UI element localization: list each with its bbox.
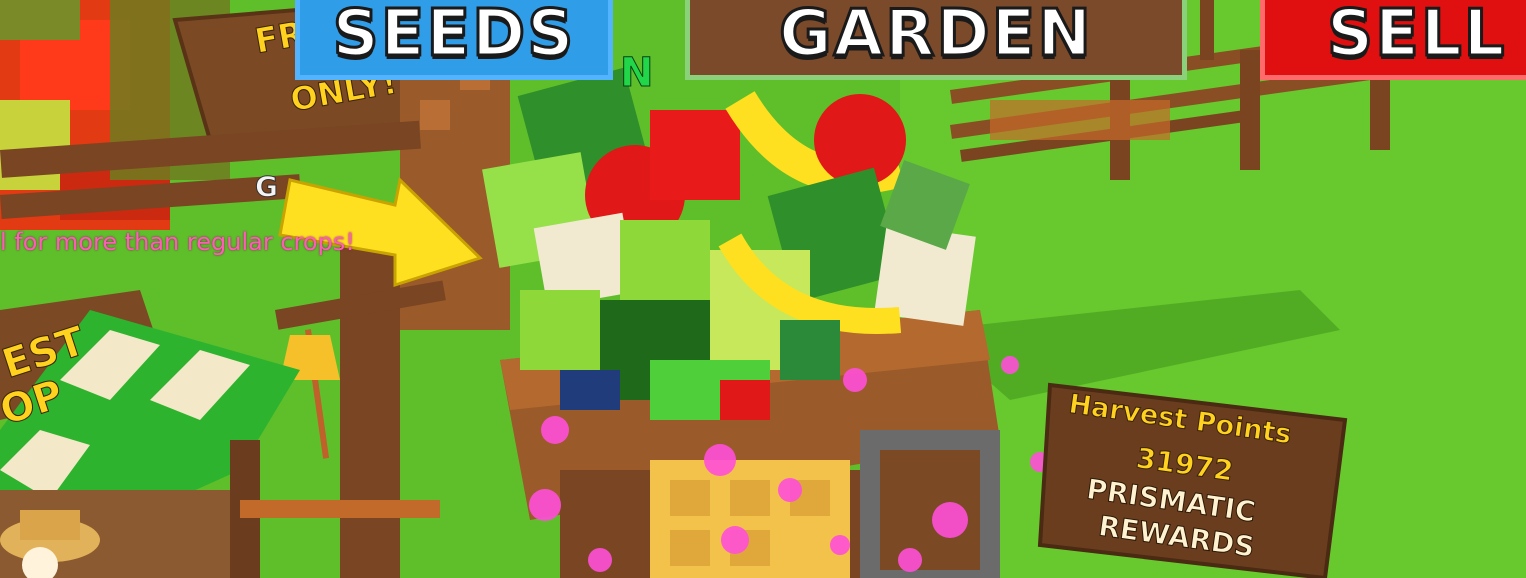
- seeds-button[interactable]: SEEDS: [295, 0, 613, 80]
- sell-button[interactable]: SELL: [1260, 0, 1526, 80]
- sell-button-label: SELL: [1325, 0, 1507, 73]
- hint-text: l for more than regular crops!: [0, 228, 355, 256]
- garden-button[interactable]: GARDEN: [685, 0, 1187, 80]
- garden-button-label: GARDEN: [778, 0, 1093, 73]
- game-world-scene: [0, 0, 1526, 578]
- event-sign-partial: G: [255, 170, 279, 204]
- green-sign-partial: N: [619, 50, 654, 97]
- seeds-button-label: SEEDS: [331, 0, 576, 73]
